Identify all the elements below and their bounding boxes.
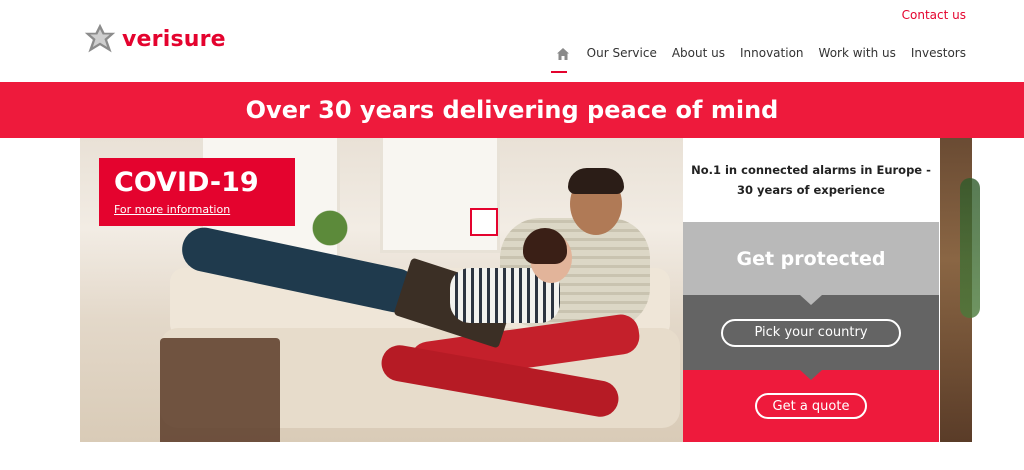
- pick-country-button[interactable]: Pick your country: [721, 318, 901, 347]
- covid-notice[interactable]: COVID-19 For more information: [99, 158, 295, 226]
- photo-man-hair: [568, 168, 624, 194]
- nav-innovation[interactable]: Innovation: [740, 46, 804, 60]
- photo-side-table: [160, 338, 280, 442]
- arrow-down-icon: [800, 295, 822, 305]
- covid-info-link[interactable]: For more information: [114, 203, 230, 216]
- logo-mark-icon: [84, 23, 116, 53]
- logo-text: verisure: [122, 26, 226, 52]
- active-indicator: [550, 71, 567, 73]
- verisure-logo[interactable]: verisure: [82, 22, 226, 56]
- get-quote-button[interactable]: Get a quote: [755, 393, 867, 419]
- get-protected-section: Get protected: [683, 222, 939, 305]
- cta-panel: No.1 in connected alarms in Europe - 30 …: [683, 138, 939, 442]
- tagline-line-2: 30 years of experience: [737, 183, 885, 197]
- panel-tagline: No.1 in connected alarms in Europe - 30 …: [683, 138, 939, 222]
- tagline-line-1: No.1 in connected alarms in Europe -: [691, 163, 931, 177]
- nav-investors[interactable]: Investors: [911, 46, 966, 60]
- main-nav: Our Service About us Innovation Work wit…: [550, 46, 966, 73]
- contact-us-link[interactable]: Contact us: [902, 8, 966, 22]
- hero-banner: Over 30 years delivering peace of mind: [0, 82, 1024, 138]
- hero-section: COVID-19 For more information No.1 in co…: [0, 138, 1024, 470]
- banner-headline: Over 30 years delivering peace of mind: [245, 96, 779, 124]
- country-section: Pick your country: [683, 295, 939, 380]
- alarm-sticker: [470, 208, 498, 236]
- arrow-down-icon: [800, 370, 822, 380]
- quote-section: Get a quote: [683, 370, 939, 442]
- photo-woman-hair: [523, 228, 567, 264]
- nav-work-with-us[interactable]: Work with us: [819, 46, 896, 60]
- site-header: Contact us verisure Our Service About us…: [0, 0, 1024, 82]
- nav-our-service[interactable]: Our Service: [587, 46, 657, 60]
- side-photo-plant: [960, 178, 980, 318]
- covid-title: COVID-19: [114, 167, 259, 198]
- nav-about-us[interactable]: About us: [672, 46, 725, 60]
- get-protected-heading: Get protected: [736, 247, 886, 270]
- nav-home[interactable]: [550, 46, 570, 73]
- home-icon: [556, 48, 569, 60]
